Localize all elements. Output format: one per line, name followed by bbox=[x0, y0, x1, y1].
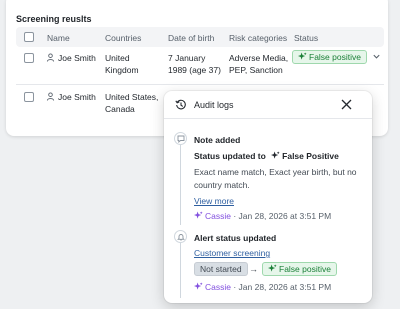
entry-meta: Cassie · Jan 28, 2026 at 3:51 PM bbox=[194, 211, 331, 222]
status-update-value: False Positive bbox=[282, 151, 339, 161]
column-header-name: Name bbox=[47, 33, 70, 43]
history-icon bbox=[175, 99, 186, 110]
bell-icon bbox=[177, 234, 185, 241]
close-icon[interactable] bbox=[340, 98, 353, 111]
timeline-line bbox=[180, 243, 181, 298]
timeline-marker bbox=[174, 230, 187, 243]
entry-meta: Cassie · Jan 28, 2026 at 3:51 PM bbox=[194, 282, 331, 293]
to-status-badge: False positive bbox=[262, 262, 337, 276]
actor-name: Cassie bbox=[205, 282, 231, 292]
row-countries: United Kingdom bbox=[105, 52, 139, 76]
column-header-risk: Risk categories bbox=[229, 33, 288, 43]
select-all-checkbox[interactable] bbox=[24, 32, 34, 42]
countries-line: Kingdom bbox=[105, 65, 139, 75]
timeline-line bbox=[180, 145, 181, 225]
column-header-countries: Countries bbox=[105, 33, 142, 43]
status-update-prefix: Status updated to bbox=[194, 151, 266, 161]
user-icon bbox=[46, 92, 55, 101]
entry-heading: Note added bbox=[194, 135, 241, 145]
risk-line: Adverse Media, bbox=[229, 53, 289, 63]
column-header-dob: Date of birth bbox=[168, 33, 215, 43]
row-name: Joe Smith bbox=[46, 91, 96, 103]
countries-line: United States, bbox=[105, 92, 159, 102]
row-checkbox[interactable] bbox=[24, 92, 34, 102]
risk-line: PEP, Sanction bbox=[229, 65, 283, 75]
status-badge-text: False positive bbox=[309, 52, 361, 62]
row-checkbox[interactable] bbox=[24, 53, 34, 63]
row-risk: Adverse Media, PEP, Sanction bbox=[229, 52, 288, 76]
row-name-text: Joe Smith bbox=[58, 92, 96, 102]
chevron-down-icon[interactable] bbox=[372, 52, 381, 61]
status-update-line: Status updated to False Positive bbox=[194, 151, 339, 162]
row-name: Joe Smith bbox=[46, 52, 96, 64]
dob-line: 7 January bbox=[168, 53, 206, 63]
sparkle-icon bbox=[271, 151, 280, 159]
dob-line: 1989 (age 37) bbox=[168, 65, 221, 75]
entry-heading: Alert status updated bbox=[194, 233, 277, 243]
audit-logs-header: Audit logs bbox=[164, 91, 372, 119]
sparkle-icon bbox=[298, 52, 307, 60]
audit-logs-panel: Audit logs Note added Status updated to … bbox=[164, 91, 372, 303]
customer-screening-link[interactable]: Customer screening bbox=[194, 248, 270, 259]
note-text: Exact name match, Exact year birth, but … bbox=[194, 167, 357, 190]
actor-name: Cassie bbox=[205, 211, 231, 221]
entry-timestamp: · Jan 28, 2026 at 3:51 PM bbox=[230, 211, 332, 221]
sparkle-icon bbox=[194, 282, 203, 290]
status-badge[interactable]: False positive bbox=[292, 50, 367, 64]
countries-line: United bbox=[105, 53, 130, 63]
status-arrow: → bbox=[249, 264, 258, 274]
row-name-text: Joe Smith bbox=[58, 53, 96, 63]
row-countries: United States, Canada bbox=[105, 91, 158, 115]
sparkle-icon bbox=[194, 211, 203, 219]
audit-logs-title: Audit logs bbox=[194, 100, 234, 110]
countries-line: Canada bbox=[105, 104, 135, 114]
sparkle-icon bbox=[268, 264, 277, 272]
results-title: Screening reuslts bbox=[16, 14, 92, 24]
column-header-status: Status bbox=[294, 33, 319, 43]
table-header: Name Countries Date of birth Risk catego… bbox=[16, 27, 384, 47]
comment-icon bbox=[177, 135, 185, 143]
table-row[interactable]: Joe Smith United Kingdom 7 January 1989 … bbox=[16, 47, 384, 85]
timeline-marker bbox=[174, 132, 187, 145]
entry-timestamp: · Jan 28, 2026 at 3:51 PM bbox=[230, 282, 332, 292]
from-status-badge: Not started bbox=[194, 262, 248, 276]
user-icon bbox=[46, 53, 55, 62]
view-more-link[interactable]: View more bbox=[194, 196, 234, 207]
to-status-text: False positive bbox=[279, 264, 331, 274]
row-dob: 7 January 1989 (age 37) bbox=[168, 52, 221, 76]
